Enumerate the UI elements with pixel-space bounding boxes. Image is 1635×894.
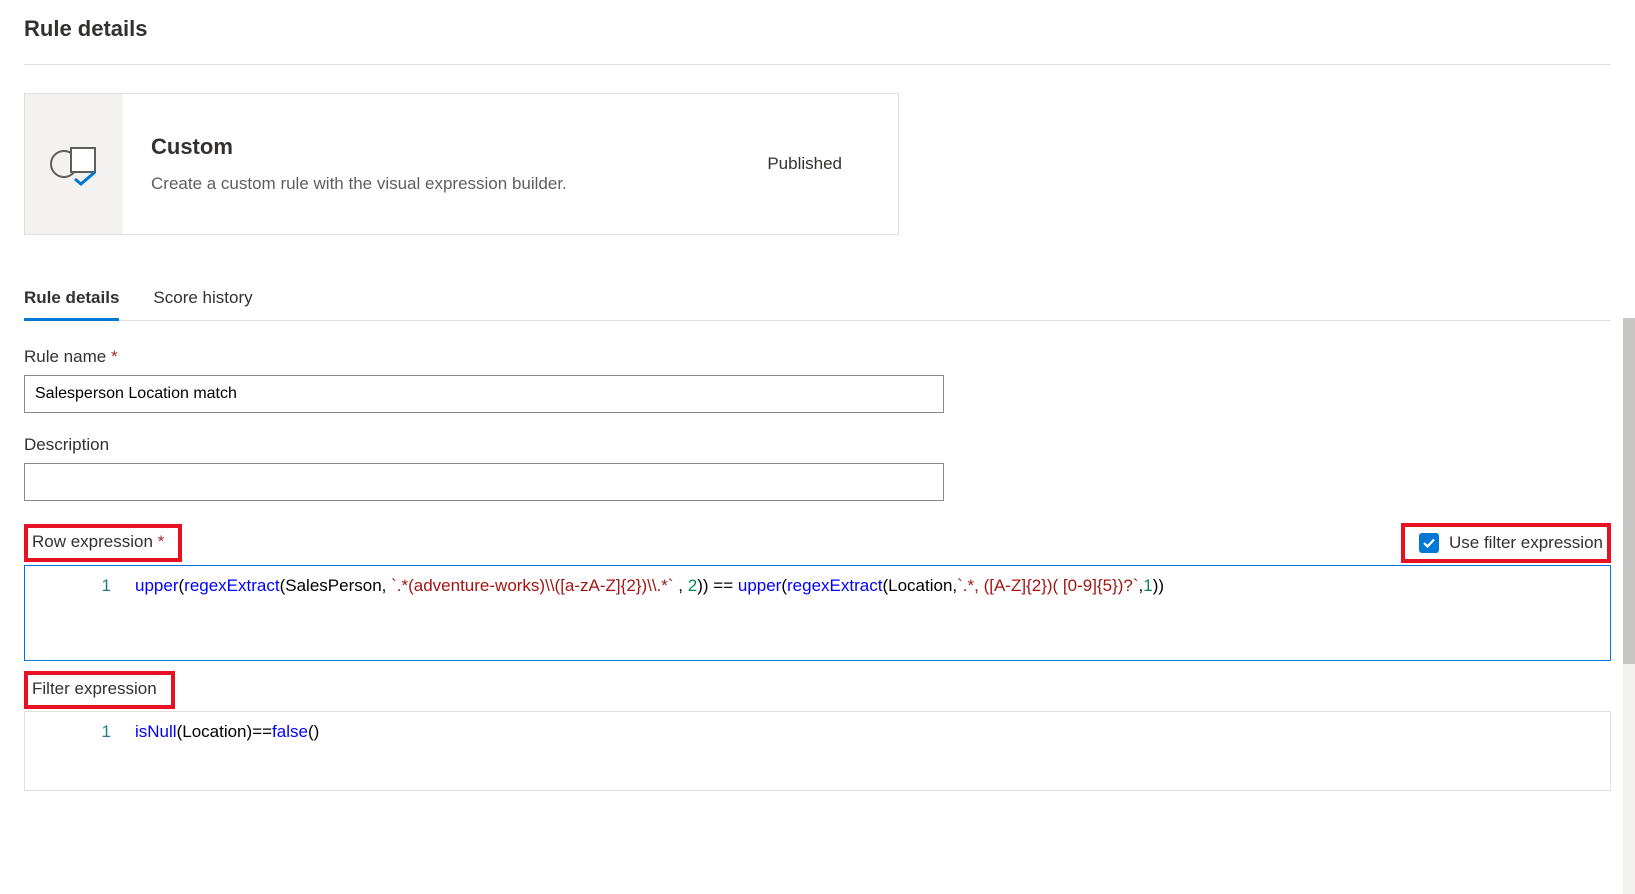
use-filter-highlight: Use filter expression [1401,523,1611,563]
vertical-scrollbar[interactable] [1623,318,1635,894]
rule-status: Published [767,154,870,174]
row-expression-editor[interactable]: 1 upper(regexExtract(SalesPerson, `.*(ad… [24,565,1611,661]
use-filter-expression-label: Use filter expression [1449,533,1603,553]
rule-name-input[interactable] [24,375,944,413]
line-number: 1 [25,574,111,598]
tab-score-history[interactable]: Score history [153,288,252,321]
rule-name-label: Rule name * [24,347,1611,367]
filter-expression-label-highlight: Filter expression [24,671,175,709]
filter-expression-code[interactable]: isNull(Location)==false() [125,712,1610,790]
custom-rule-icon [49,142,99,186]
rule-type-title: Custom [151,134,567,160]
description-label: Description [24,435,1611,455]
required-asterisk: * [111,347,118,366]
description-input[interactable] [24,463,944,501]
row-expression-label-text: Row expression [32,532,153,551]
required-asterisk: * [158,532,165,551]
checkbox-checked-icon [1419,533,1439,553]
divider [24,64,1611,65]
row-expression-code[interactable]: upper(regexExtract(SalesPerson, `.*(adve… [125,566,1610,660]
rule-name-label-text: Rule name [24,347,106,366]
row-expression-label: Row expression * [32,532,164,552]
tab-rule-details[interactable]: Rule details [24,288,119,321]
filter-expression-gutter: 1 [25,712,125,790]
use-filter-expression-checkbox[interactable]: Use filter expression [1419,533,1603,553]
rule-type-description: Create a custom rule with the visual exp… [151,174,567,194]
filter-expression-editor[interactable]: 1 isNull(Location)==false() [24,711,1611,791]
tabs: Rule details Score history [24,287,1611,321]
page-title: Rule details [24,16,1611,42]
row-expression-label-highlight: Row expression * [24,524,182,562]
rule-type-card: Custom Create a custom rule with the vis… [24,93,899,235]
row-expression-gutter: 1 [25,566,125,660]
rule-type-icon-box [25,94,123,234]
filter-expression-label: Filter expression [32,679,157,699]
scrollbar-thumb[interactable] [1623,318,1635,664]
line-number: 1 [25,720,111,744]
